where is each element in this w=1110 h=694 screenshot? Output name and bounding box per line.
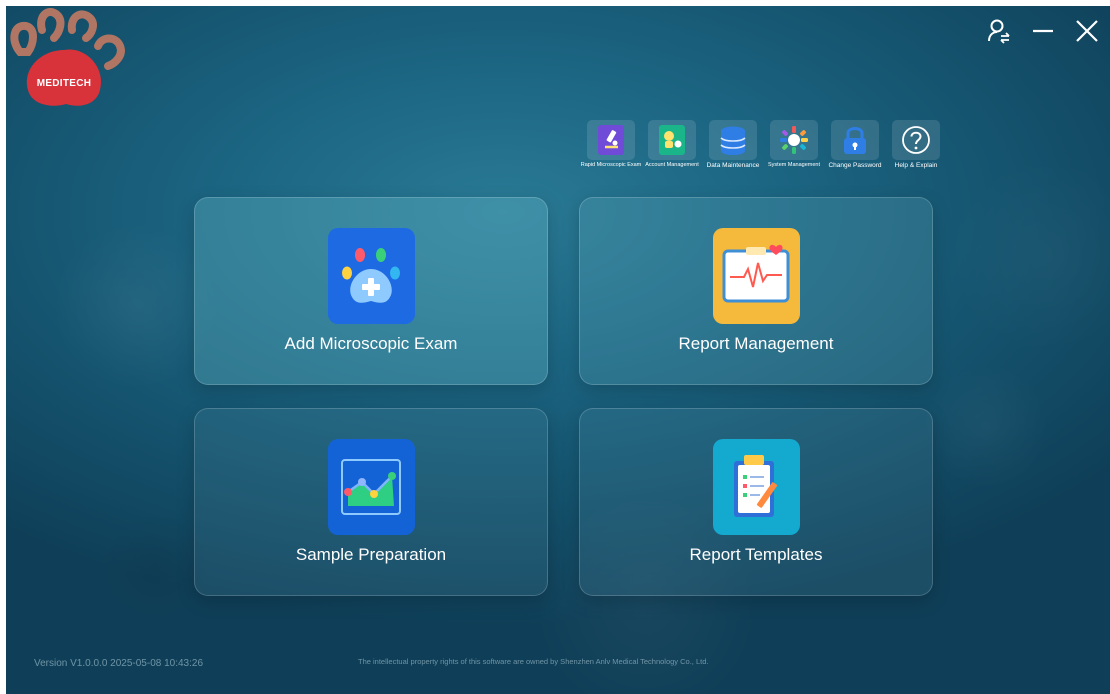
toolbar-label: Change Password — [828, 162, 882, 169]
main-window: MEDITECH Rapid Microscopic Exam Account … — [6, 6, 1110, 694]
toolbar-label: Data Maintenance — [706, 162, 760, 169]
toolbar-label: Help & Explain — [894, 162, 938, 169]
clipboard-icon — [734, 455, 778, 517]
meditech-logo: MEDITECH — [6, 6, 134, 114]
user-switch-icon — [988, 19, 1010, 44]
toolbar-data-maintenance[interactable]: Data Maintenance — [706, 120, 760, 169]
card-label: Report Management — [678, 334, 834, 353]
paw-logo-icon — [10, 8, 125, 106]
close-button[interactable] — [1070, 14, 1104, 48]
user-switch-button[interactable] — [982, 14, 1016, 48]
close-icon — [1076, 20, 1098, 42]
report-templates-card[interactable]: Report Templates — [579, 408, 933, 596]
account-icon — [659, 125, 685, 155]
system-gear-icon — [780, 126, 808, 154]
card-label: Report Templates — [689, 545, 823, 564]
add-microscopic-exam-card[interactable]: Add Microscopic Exam — [194, 197, 548, 385]
line-chart-icon — [341, 459, 401, 515]
window-controls — [982, 14, 1104, 48]
database-icon — [720, 126, 746, 155]
card-label: Sample Preparation — [295, 545, 447, 564]
toolbar-system-management[interactable]: System Management — [767, 120, 821, 169]
minimize-icon — [1033, 29, 1053, 33]
toolbar-label: System Management — [768, 162, 820, 168]
toolbar-label: Account Management — [645, 162, 699, 168]
function-toolbar: Rapid Microscopic Exam Account Managemen… — [581, 120, 943, 169]
logo-text: MEDITECH — [36, 78, 92, 89]
heartbeat-report-icon — [722, 244, 790, 303]
paw-plus-icon — [342, 248, 400, 303]
sample-preparation-card[interactable]: Sample Preparation — [194, 408, 548, 596]
microscope-icon — [598, 125, 624, 155]
minimize-button[interactable] — [1026, 14, 1060, 48]
version-info: Version V1.0.0.0 2025-05-08 10:43:26 — [34, 658, 204, 669]
toolbar-rapid-microscopic-exam[interactable]: Rapid Microscopic Exam — [581, 120, 641, 169]
card-label: Add Microscopic Exam — [284, 334, 458, 353]
toolbar-change-password[interactable]: Change Password — [828, 120, 882, 169]
help-icon — [902, 126, 930, 154]
toolbar-label: Rapid Microscopic Exam — [580, 162, 642, 168]
lock-icon — [844, 127, 866, 154]
copyright-notice: The intellectual property rights of this… — [358, 657, 709, 666]
report-management-card[interactable]: Report Management — [579, 197, 933, 385]
toolbar-help-explain[interactable]: Help & Explain — [889, 120, 943, 169]
toolbar-account-management[interactable]: Account Management — [645, 120, 699, 169]
